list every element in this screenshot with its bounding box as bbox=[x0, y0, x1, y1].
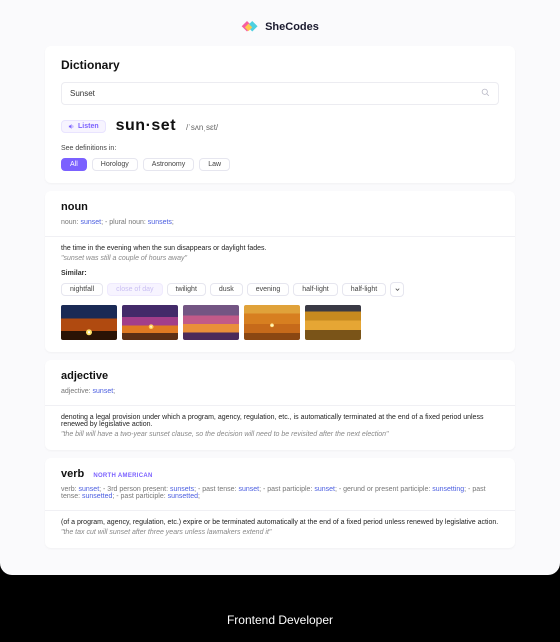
similar-chip[interactable]: evening bbox=[247, 283, 290, 296]
headword: sun·set bbox=[116, 117, 176, 135]
image-thumbnail[interactable] bbox=[122, 305, 178, 340]
similar-chip[interactable]: nightfall bbox=[61, 283, 103, 296]
similar-more-button[interactable] bbox=[390, 282, 404, 297]
category-chip-law[interactable]: Law bbox=[199, 158, 230, 171]
example-noun: "sunset was still a couple of hours away… bbox=[61, 255, 499, 262]
page-title: Dictionary bbox=[61, 58, 499, 72]
image-thumbnail[interactable] bbox=[305, 305, 361, 340]
search-icon[interactable] bbox=[481, 88, 490, 99]
dictionary-header-card: Dictionary Listen sun·set /ˈsʌnˌsɛt/ See… bbox=[45, 46, 515, 183]
category-chip-astronomy[interactable]: Astronomy bbox=[143, 158, 194, 171]
listen-label: Listen bbox=[78, 123, 99, 130]
divider bbox=[45, 236, 515, 237]
category-chip-all[interactable]: All bbox=[61, 158, 87, 171]
category-chip-horology[interactable]: Horology bbox=[92, 158, 138, 171]
listen-button[interactable]: Listen bbox=[61, 120, 106, 133]
similar-chip[interactable]: half-light bbox=[342, 283, 386, 296]
entry-verb: verb NORTH AMERICAN verb: sunset; - 3rd … bbox=[45, 458, 515, 548]
example-verb: "the tax cut will sunset after three yea… bbox=[61, 529, 499, 536]
image-thumbnail[interactable] bbox=[61, 305, 117, 340]
pos-verb-label: verb bbox=[61, 468, 84, 480]
category-chips: All Horology Astronomy Law bbox=[61, 158, 499, 171]
divider bbox=[45, 405, 515, 406]
image-thumbnail[interactable] bbox=[244, 305, 300, 340]
similar-chip[interactable]: twilight bbox=[167, 283, 206, 296]
entry-adjective: adjective adjective: sunset; denoting a … bbox=[45, 360, 515, 450]
chevron-down-icon bbox=[394, 286, 401, 293]
definition-noun: the time in the evening when the sun dis… bbox=[61, 245, 499, 252]
search-input[interactable] bbox=[70, 89, 481, 98]
pos-verb: verb NORTH AMERICAN bbox=[61, 468, 499, 480]
grammar-noun: noun: sunset; - plural noun: sunsets; bbox=[61, 219, 499, 226]
app-screenshot: SheCodes Dictionary Listen sun·set /ˈsʌn… bbox=[0, 0, 560, 575]
similar-chip[interactable]: dusk bbox=[210, 283, 243, 296]
pos-adjective: adjective bbox=[61, 370, 499, 382]
brand-name: SheCodes bbox=[265, 21, 319, 33]
definition-adjective: denoting a legal provision under which a… bbox=[61, 414, 499, 428]
word-row: Listen sun·set /ˈsʌnˌsɛt/ bbox=[61, 117, 499, 135]
similar-chip[interactable]: half-light bbox=[293, 283, 337, 296]
see-definitions-label: See definitions in: bbox=[61, 145, 499, 152]
region-tag: NORTH AMERICAN bbox=[93, 473, 152, 479]
similar-chips: nightfall close of day twilight dusk eve… bbox=[61, 282, 499, 297]
shecodes-logo-icon bbox=[241, 18, 259, 36]
grammar-verb: verb: sunset; - 3rd person present: suns… bbox=[61, 486, 499, 500]
pos-noun: noun bbox=[61, 201, 499, 213]
definition-verb: (of a program, agency, regulation, etc.)… bbox=[61, 519, 499, 526]
grammar-adjective: adjective: sunset; bbox=[61, 388, 499, 395]
search-input-wrapper[interactable] bbox=[61, 82, 499, 105]
image-thumbnail[interactable] bbox=[183, 305, 239, 340]
entry-noun: noun noun: sunset; - plural noun: sunset… bbox=[45, 191, 515, 352]
phonetic: /ˈsʌnˌsɛt/ bbox=[186, 123, 218, 132]
page-footer: Frontend Developer bbox=[0, 575, 560, 627]
similar-label: Similar: bbox=[61, 270, 499, 277]
brand-header: SheCodes bbox=[45, 12, 515, 46]
divider bbox=[45, 510, 515, 511]
example-adjective: "the bill will have a two-year sunset cl… bbox=[61, 431, 499, 438]
image-results bbox=[61, 305, 499, 340]
similar-chip[interactable]: close of day bbox=[107, 283, 162, 296]
speaker-icon bbox=[68, 123, 75, 130]
